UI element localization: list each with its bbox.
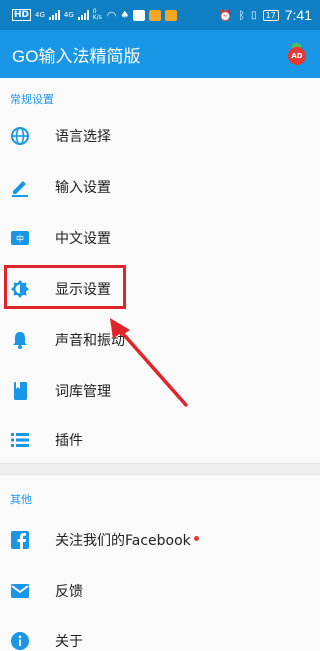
carrier-label: HD: [12, 9, 32, 21]
section-divider: [0, 474, 320, 475]
wifi-icon: ◠: [106, 8, 117, 22]
app-notification-icon-3: [165, 9, 178, 21]
app-bar: GO输入法精简版 AD: [0, 30, 320, 78]
ad-button[interactable]: AD: [286, 43, 308, 65]
settings-item-dictionary[interactable]: 词库管理: [0, 366, 320, 416]
section-header-other: 其他: [10, 493, 32, 506]
section-header-general: 常规设置: [10, 93, 54, 106]
settings-item-label: 关于: [55, 634, 83, 650]
battery-icon: 17: [262, 9, 279, 21]
settings-item-label: 输入设置: [55, 180, 111, 196]
settings-item-label: 语言选择: [55, 129, 111, 145]
settings-item-chinese[interactable]: 中 中文设置: [0, 213, 320, 263]
facebook-icon: [10, 530, 30, 550]
section-gap: [0, 464, 320, 474]
settings-item-label: 插件: [55, 433, 83, 449]
ad-badge: AD: [288, 47, 306, 65]
settings-item-about[interactable]: 关于: [0, 616, 320, 651]
mail-icon: [10, 581, 30, 601]
settings-item-plugins[interactable]: 插件: [0, 415, 320, 465]
info-icon: [10, 631, 30, 651]
app-notification-icon-2: [149, 9, 162, 21]
settings-item-input[interactable]: 输入设置: [0, 162, 320, 212]
network-label-1: 4G: [35, 11, 45, 19]
notification-icon: ♠: [120, 9, 130, 21]
status-right: ⏰ ᛒ ▯ 17 7:41: [219, 7, 312, 23]
facebook-label: 关注我们的Facebook: [55, 533, 191, 549]
bluetooth-icon: ᛒ: [238, 8, 246, 22]
svg-text:中: 中: [16, 234, 24, 244]
settings-item-label: 关注我们的Facebook: [55, 530, 199, 550]
settings-item-label: 词库管理: [55, 384, 111, 400]
chinese-keyboard-icon: 中: [10, 228, 30, 248]
settings-item-feedback[interactable]: 反馈: [0, 566, 320, 616]
bell-icon: [10, 330, 30, 350]
settings-item-label: 中文设置: [55, 231, 111, 247]
book-icon: [10, 381, 30, 401]
highlight-box: [4, 265, 126, 309]
pencil-icon: [10, 177, 30, 197]
signal-icon-1: [48, 10, 60, 20]
signal-icon-2: [77, 10, 89, 20]
settings-item-sound[interactable]: 声音和振动: [0, 315, 320, 365]
settings-item-language[interactable]: 语言选择: [0, 111, 320, 161]
vibrate-icon: ▯: [251, 9, 257, 21]
list-icon: [10, 430, 30, 450]
speed-label: 0 K/s: [92, 8, 102, 21]
settings-item-facebook[interactable]: 关注我们的Facebook: [0, 515, 320, 565]
status-bar: HD 4G 4G 0 K/s ◠ ♠ ⏰ ᛒ ▯ 17 7:41: [0, 0, 320, 30]
app-notification-icon: [133, 9, 146, 21]
new-indicator-dot: [193, 535, 199, 541]
app-title: GO输入法精简版: [12, 46, 141, 66]
globe-icon: [10, 126, 30, 146]
status-left: HD 4G 4G 0 K/s ◠ ♠: [12, 8, 178, 22]
settings-item-label: 声音和振动: [55, 333, 125, 349]
status-time: 7:41: [284, 7, 312, 23]
network-label-2: 4G: [63, 11, 74, 19]
alarm-icon: ⏰: [218, 8, 233, 22]
settings-item-label: 反馈: [55, 584, 83, 600]
